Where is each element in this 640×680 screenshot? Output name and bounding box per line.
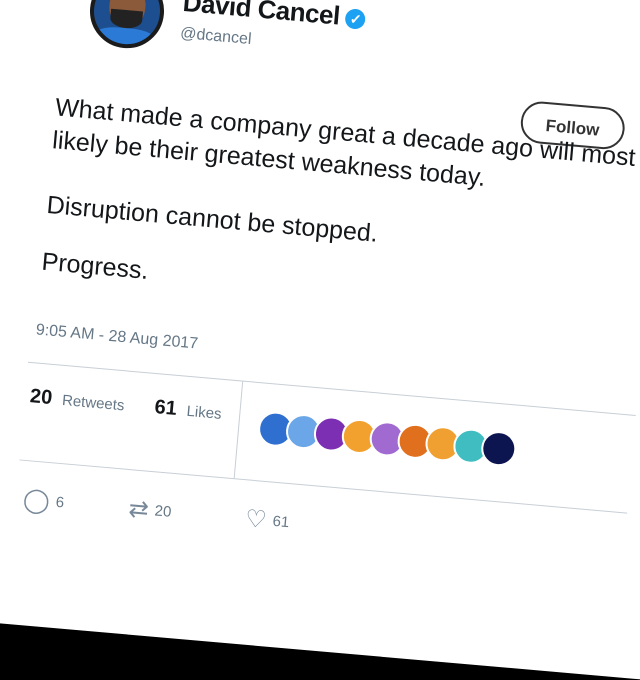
liker-avatar[interactable]: [479, 429, 518, 468]
likes-count: 61: [153, 396, 178, 420]
likes-label: Likes: [185, 402, 223, 423]
like-button[interactable]: ♡ 61: [244, 504, 291, 537]
reply-icon: ◯: [21, 485, 51, 516]
retweet-icon: ⇄: [127, 495, 150, 524]
tweet-timestamp[interactable]: 9:05 AM - 28 Aug 2017: [35, 321, 199, 353]
like-count: 61: [271, 512, 290, 532]
avatar[interactable]: [86, 0, 168, 52]
reply-button[interactable]: ◯ 6: [22, 485, 66, 517]
retweets-count: 20: [29, 385, 54, 410]
avatar-shirt: [92, 25, 157, 52]
retweets-stat[interactable]: 20 Retweets: [29, 385, 125, 416]
likes-stat[interactable]: 61 Likes: [154, 396, 223, 425]
stats-divider: [233, 380, 244, 479]
liker-avatars[interactable]: [256, 410, 518, 468]
retweet-button[interactable]: ⇄ 20: [127, 494, 172, 527]
author-handle[interactable]: @dcancel: [179, 25, 253, 49]
tweet-card: David Cancel✓ @dcancel Follow ⌵ What mad…: [0, 0, 640, 680]
divider: [19, 459, 628, 514]
heart-icon: ♡: [244, 505, 268, 535]
retweet-count: 20: [153, 502, 173, 521]
verified-badge-icon: ✓: [344, 8, 367, 30]
author-name-text[interactable]: David Cancel: [182, 0, 341, 31]
reply-count: 6: [55, 493, 65, 512]
retweets-label: Retweets: [61, 391, 126, 415]
